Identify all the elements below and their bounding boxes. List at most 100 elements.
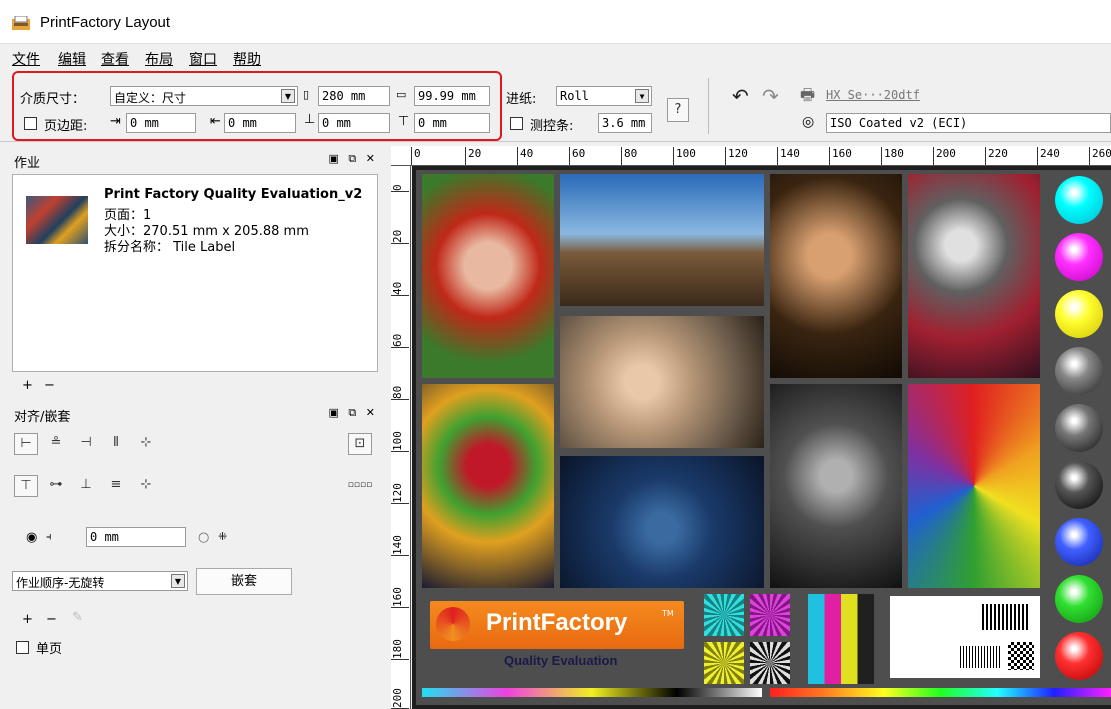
- chevron-down-icon: ▼: [171, 574, 185, 588]
- feed-select[interactable]: Roll ▼: [556, 86, 652, 106]
- photo-blonde: [560, 316, 764, 448]
- ruler-tick-label: 180: [391, 634, 409, 660]
- printfactory-logo: PrintFactory TM: [430, 601, 684, 649]
- ruler-left: 0 20 40 60 80 100 120 140 160 180 200: [391, 166, 411, 709]
- ruler-tick-label: 0: [391, 166, 409, 192]
- gradient-strip-cmyk: [422, 688, 762, 697]
- spacing-field[interactable]: 0 mm: [86, 527, 186, 547]
- job-thumbnail[interactable]: [26, 196, 88, 244]
- remove-button[interactable]: −: [46, 612, 57, 627]
- ruler-tick-label: 60: [569, 147, 585, 165]
- ruler-tick-label: 100: [391, 426, 409, 452]
- title-bar: PrintFactory Layout: [0, 0, 1111, 44]
- align-center-v-icon[interactable]: ⊶: [44, 475, 68, 497]
- ruler-tick-label: 80: [621, 147, 637, 165]
- ruler-tick-label: 120: [391, 478, 409, 504]
- ruler-top: 0 20 40 60 80 100 120 140 160 180 200 22…: [391, 146, 1111, 166]
- photo-geysers: [560, 174, 764, 306]
- align-top-icon[interactable]: ⊤: [14, 475, 38, 497]
- order-value: 作业顺序-无旋转: [16, 576, 105, 590]
- ruler-tick-label: 200: [391, 683, 409, 709]
- ruler-tick-label: 180: [881, 147, 904, 165]
- starburst-magenta: [750, 594, 790, 636]
- align-bottom-icon[interactable]: ⊥: [74, 475, 98, 497]
- color-ball-magenta: [1055, 233, 1103, 281]
- ruler-tick-label: 40: [391, 270, 409, 296]
- panel-controls-icon[interactable]: ▣ ⧉ ✕: [329, 406, 378, 420]
- menu-window[interactable]: 窗口: [189, 49, 217, 69]
- ruler-tick-label: 100: [673, 147, 696, 165]
- order-select[interactable]: 作业顺序-无旋转 ▼: [12, 571, 188, 591]
- color-ball-red: [1055, 632, 1103, 680]
- ruler-tick-label: 0: [411, 147, 421, 165]
- add-button[interactable]: +: [22, 612, 33, 627]
- chevron-down-icon: ▼: [635, 89, 649, 103]
- undo-icon[interactable]: ↶: [732, 84, 749, 108]
- starburst-cyan: [704, 594, 744, 636]
- ruler-tick-label: 160: [391, 582, 409, 608]
- nest-button[interactable]: 嵌套: [196, 568, 292, 595]
- menu-bar: 文件 编辑 查看 布局 窗口 帮助: [0, 44, 1111, 70]
- align-left-icon[interactable]: ⊢: [14, 433, 38, 455]
- help-button[interactable]: ?: [667, 98, 689, 122]
- color-ball-blue: [1055, 518, 1103, 566]
- jobs-panel-header: 作业 ▣ ⧉ ✕: [8, 148, 386, 171]
- barcode-icon: [982, 604, 1030, 630]
- distribute-v-icon[interactable]: ≡: [104, 475, 128, 497]
- highlight-box: [12, 71, 502, 141]
- control-strip-field[interactable]: 3.6 mm: [598, 113, 652, 133]
- control-strip-checkbox[interactable]: [510, 117, 523, 130]
- printer-link[interactable]: HX Se···20dtf: [826, 88, 920, 102]
- panel-controls-icon[interactable]: ▣ ⧉ ✕: [329, 152, 378, 166]
- photo-woman-sitting: [770, 174, 902, 378]
- logo-swirl-icon: [436, 607, 470, 641]
- color-ball-green: [1055, 575, 1103, 623]
- color-ball-yellow: [1055, 290, 1103, 338]
- gradient-strip-spectrum: [770, 688, 1111, 697]
- pencil-icon[interactable]: ✎: [72, 610, 83, 625]
- menu-file[interactable]: 文件: [12, 49, 40, 69]
- grid-icon[interactable]: ▫▫▫▫: [344, 475, 376, 497]
- ruler-tick-label: 240: [1037, 147, 1060, 165]
- ruler-tick-label: 20: [391, 218, 409, 244]
- menu-help[interactable]: 帮助: [233, 49, 261, 69]
- distribute-space-v-icon[interactable]: ⊹: [134, 475, 158, 497]
- distribute-h-icon[interactable]: ⫴: [104, 433, 128, 455]
- feed-value: Roll: [560, 89, 589, 103]
- barcode-small-icon: [960, 646, 1000, 668]
- spacing-icon: ⫞: [46, 530, 52, 543]
- redo-icon[interactable]: ↷: [762, 84, 779, 108]
- photo-redhead: [422, 174, 554, 378]
- color-ball-gray2: [1055, 404, 1103, 452]
- app-icon: [12, 15, 30, 30]
- ruler-tick-label: 140: [777, 147, 800, 165]
- job-tile: 拆分名称： Tile Label: [104, 240, 236, 255]
- color-ball-black: [1055, 461, 1103, 509]
- ruler-tick-label: 220: [985, 147, 1008, 165]
- qr-code-icon: [1008, 642, 1034, 670]
- auto-spacing-radio[interactable]: ○: [198, 530, 209, 545]
- photo-old-man: [770, 384, 902, 588]
- feed-label: 进纸:: [506, 92, 537, 107]
- job-name[interactable]: Print Factory Quality Evaluation_v2: [104, 187, 362, 202]
- color-patches: [808, 594, 874, 684]
- align-right-icon[interactable]: ⊣: [74, 433, 98, 455]
- starburst-black: [750, 642, 790, 684]
- logo-text: PrintFactory: [486, 609, 628, 636]
- align-center-h-icon[interactable]: ≗: [44, 433, 68, 455]
- menu-view[interactable]: 查看: [101, 49, 129, 69]
- nest-fit-icon[interactable]: ⊡: [348, 433, 372, 455]
- align-panel-header: 对齐/嵌套 ▣ ⧉ ✕: [8, 402, 386, 425]
- color-ball-cyan: [1055, 176, 1103, 224]
- color-profile-field[interactable]: ISO Coated v2 (ECI): [826, 113, 1111, 133]
- print-info-label: [890, 596, 1040, 678]
- add-job-button[interactable]: +: [22, 378, 33, 393]
- menu-layout[interactable]: 布局: [145, 49, 173, 69]
- spacing-radio[interactable]: ◉: [26, 530, 37, 545]
- window-title: PrintFactory Layout: [40, 14, 171, 31]
- distribute-space-h-icon[interactable]: ⊹: [134, 433, 158, 455]
- menu-edit[interactable]: 编辑: [58, 49, 86, 69]
- ruler-tick-label: 200: [933, 147, 956, 165]
- single-page-checkbox[interactable]: [16, 641, 29, 654]
- remove-job-button[interactable]: −: [44, 378, 55, 393]
